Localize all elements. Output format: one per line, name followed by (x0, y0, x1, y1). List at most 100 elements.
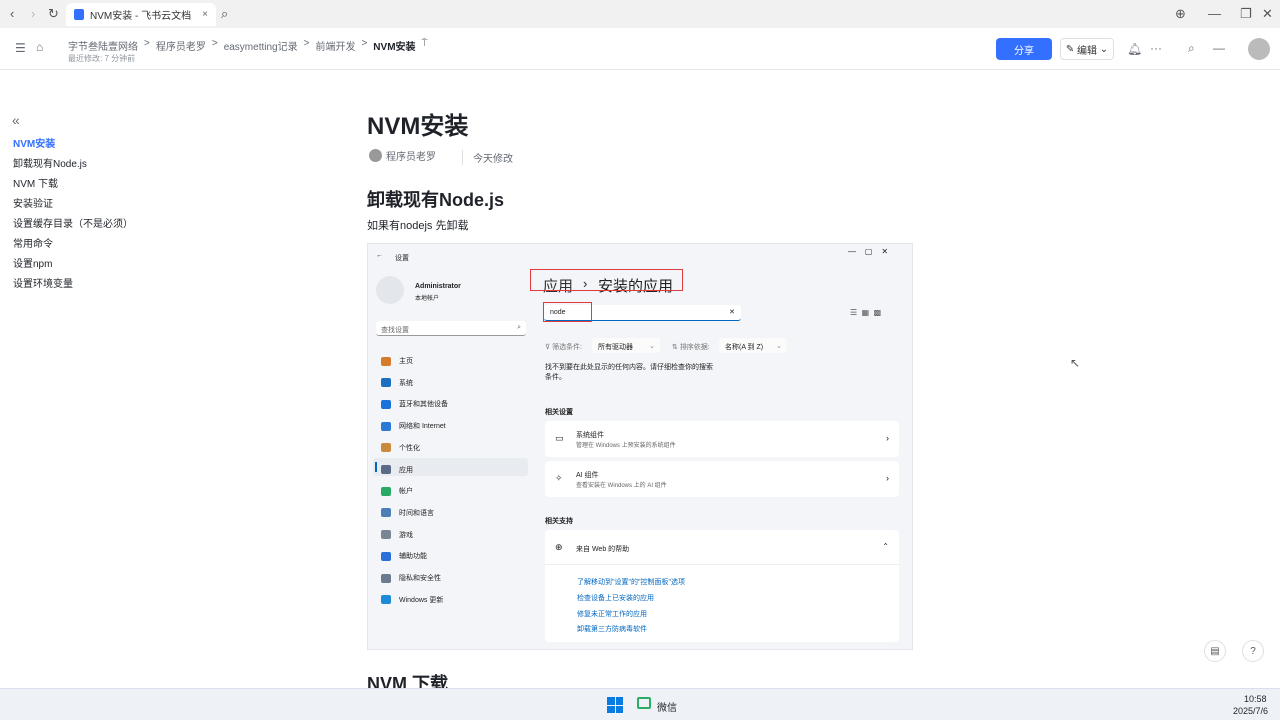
settings-nav-item[interactable]: 蓝牙和其他设备 (381, 399, 448, 409)
breadcrumb-item[interactable]: easymetting记录 (224, 38, 298, 53)
search-icon[interactable]: ⌕ (221, 6, 228, 22)
breadcrumb-item[interactable]: 字节叁陆壹网络 (68, 38, 138, 53)
nav-icon (381, 595, 391, 605)
nav-icon (381, 573, 391, 583)
sort-dropdown[interactable]: 名称(A 到 Z) ⌄ (719, 338, 787, 353)
minus-icon[interactable]: — (1213, 41, 1225, 55)
system-components-card[interactable]: ▭ 系统组件 管理在 Windows 上预安装的系统组件 › (545, 421, 899, 457)
toc-item[interactable]: 安装验证 (13, 195, 53, 210)
user-name: Administrator (415, 283, 461, 290)
close-window-button[interactable]: ✕ (1262, 6, 1273, 22)
ai-components-card[interactable]: ✧ AI 组件 查看安装在 Windows 上的 AI 组件 › (545, 461, 899, 497)
share-button[interactable]: 分享 (996, 38, 1052, 60)
help-link[interactable]: 检查设备上已安装的应用 (577, 593, 654, 603)
help-link[interactable]: 了解移动到"设置"的"控制面板"选项 (577, 577, 685, 587)
doc-tool-button[interactable]: ▤ (1204, 640, 1226, 662)
filter-dropdown[interactable]: 所有驱动器 ⌄ (592, 338, 660, 353)
nav-label: 游戏 (399, 531, 413, 539)
help-button[interactable]: ? (1242, 640, 1264, 662)
sort-value: 名称(A 到 Z) (725, 344, 764, 351)
breadcrumb-current: NVM安装 (373, 42, 416, 53)
minimize-button[interactable]: — (1208, 6, 1221, 21)
taskbar-app-label[interactable]: 微信 (657, 699, 677, 714)
nav-icon (381, 421, 391, 431)
toc-item[interactable]: 设置缓存目录（不是必须） (13, 215, 133, 230)
card-desc: 管理在 Windows 上预安装的系统组件 (576, 443, 676, 449)
bell-icon[interactable]: 🔔︎ (1127, 42, 1142, 56)
browser-tab[interactable]: NVM安装 - 飞书云文档 × (66, 3, 216, 26)
clock-date[interactable]: 2025/7/6 (1233, 706, 1268, 716)
forward-button[interactable]: › (31, 6, 35, 21)
settings-nav-item[interactable]: 帐户 (381, 486, 413, 496)
toc-item[interactable]: 卸载现有Node.js (13, 155, 87, 170)
globe-icon: ⊕ (555, 542, 563, 552)
nav-label: 应用 (399, 466, 413, 474)
restore-button[interactable]: ❐ (1240, 6, 1252, 22)
settings-search-input[interactable]: 查找设置 ⌕ (376, 321, 526, 336)
settings-nav-item[interactable]: 时间和语言 (381, 508, 434, 518)
tab-title: NVM安装 - 飞书云文档 (90, 11, 192, 22)
toc-item[interactable]: NVM 下载 (13, 175, 58, 190)
more-icon[interactable]: ··· (1150, 41, 1162, 55)
search-icon: ⌕ (517, 324, 521, 331)
settings-nav-item[interactable]: 游戏 (381, 530, 413, 540)
separator: > (144, 38, 150, 49)
heading: 卸载现有Node.js (367, 190, 505, 210)
wechat-icon[interactable] (637, 697, 651, 709)
reload-button[interactable]: ↻ (48, 6, 59, 22)
clock-time[interactable]: 10:58 (1244, 694, 1267, 704)
browser-tab-bar: ‹ › ↻ NVM安装 - 飞书云文档 × ⌕ ⊕ — ❐ ✕ (0, 0, 1280, 28)
outline-toggle-icon[interactable]: ☰ (15, 41, 26, 55)
toc-item[interactable]: 设置npm (13, 255, 52, 270)
breadcrumb-item[interactable]: 程序员老罗 (156, 38, 206, 53)
page-title: NVM安装 (367, 113, 469, 140)
toc-item[interactable]: NVM安装 (13, 135, 55, 150)
pin-icon[interactable]: ⍑ (422, 38, 428, 53)
nav-label: 帐户 (399, 488, 413, 496)
card-desc: 查看安装在 Windows 上的 AI 组件 (576, 483, 667, 489)
windows-start-icon[interactable] (607, 697, 623, 713)
nav-icon (381, 508, 391, 518)
settings-nav-item[interactable]: Windows 更新 (381, 595, 443, 605)
settings-screenshot[interactable]: ← 设置 — ▢ ✕ Administrator 本地帐户 查找设置 ⌕ 主页系… (367, 243, 913, 650)
back-arrow-icon: ← (376, 252, 383, 259)
avatar[interactable] (1248, 38, 1270, 60)
component-icon: ▭ (555, 433, 564, 443)
chevron-right-icon: › (886, 473, 889, 483)
separator: > (361, 38, 368, 49)
close-tab-button[interactable]: × (202, 9, 208, 20)
nav-label: 蓝牙和其他设备 (399, 401, 448, 409)
view-toggle-icons[interactable]: ☰ ▦ ▩ (850, 308, 881, 317)
author[interactable]: 程序员老罗 (369, 148, 436, 163)
toc-item[interactable]: 设置环境变量 (13, 275, 73, 290)
doc-header: ☰ ⌂ 字节叁陆壹网络 > 程序员老罗 > easymetting记录 > 前端开发 >… (0, 28, 1280, 70)
window-controls: — ▢ ✕ (848, 247, 889, 256)
edit-label: 编辑 (1077, 45, 1097, 57)
collapse-toc-icon[interactable]: « (12, 112, 20, 128)
edit-button[interactable]: ✎ 编辑 ⌄ (1060, 38, 1114, 60)
breadcrumb-item[interactable]: 前端开发 (315, 38, 355, 53)
back-button[interactable]: ‹ (10, 6, 14, 21)
settings-nav-item[interactable]: 系统 (381, 378, 413, 388)
author-name: 程序员老罗 (386, 152, 436, 163)
help-link[interactable]: 卸载第三方防病毒软件 (577, 624, 647, 634)
related-support-heading: 相关支持 (545, 518, 573, 525)
nav-label: 网络和 Internet (399, 423, 446, 431)
settings-nav-item[interactable]: 隐私和安全性 (381, 573, 441, 583)
globe-icon[interactable]: ⊕ (1175, 6, 1186, 22)
search-icon[interactable]: ⌕ (1188, 41, 1195, 56)
settings-nav-item[interactable]: 个性化 (381, 443, 420, 453)
sparkle-icon: ✧ (555, 473, 563, 483)
toc-item[interactable]: 常用命令 (13, 235, 53, 250)
search-placeholder: 查找设置 (381, 327, 409, 334)
chevron-up-icon[interactable]: ⌃ (882, 542, 889, 551)
settings-nav-item[interactable]: 网络和 Internet (381, 421, 446, 431)
settings-nav-item[interactable]: 辅助功能 (381, 551, 427, 561)
mouse-cursor: ↖ (1070, 356, 1081, 370)
home-icon[interactable]: ⌂ (36, 40, 43, 54)
settings-nav-item[interactable]: 主页 (381, 356, 413, 366)
help-link[interactable]: 修复未正常工作的应用 (577, 609, 647, 619)
clear-icon[interactable]: ✕ (729, 308, 735, 316)
nav-label: 隐私和安全性 (399, 575, 441, 582)
settings-nav-item[interactable]: 应用 (381, 465, 413, 475)
